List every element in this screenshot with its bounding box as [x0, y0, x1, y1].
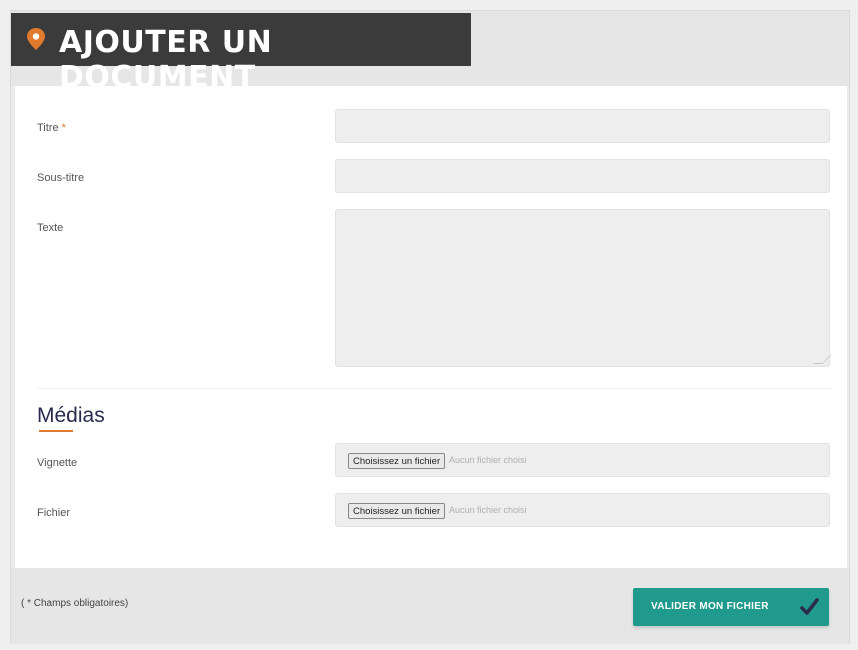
sous-titre-label: Sous-titre	[37, 172, 85, 184]
medias-section-title: Médias	[37, 404, 105, 427]
submit-button[interactable]: VALIDER MON FICHIER	[633, 588, 829, 626]
map-pin-icon	[27, 28, 45, 50]
required-fields-note: ( * Champs obligatoires)	[21, 598, 129, 609]
fichier-file-input[interactable]: Choisissez un fichier Aucun fichier choi…	[335, 493, 830, 527]
texte-textarea[interactable]	[335, 209, 832, 367]
sous-titre-input[interactable]	[335, 159, 830, 193]
form-footer: ( * Champs obligatoires) VALIDER MON FIC…	[11, 568, 849, 644]
required-star: *	[61, 122, 66, 134]
page-title-box: AJOUTER UN DOCUMENT	[11, 13, 471, 95]
fichier-choose-file-button[interactable]: Choisissez un fichier	[348, 503, 446, 519]
header-band: AJOUTER UN DOCUMENT	[11, 11, 849, 95]
vignette-label: Vignette	[37, 457, 78, 469]
titre-input[interactable]	[335, 109, 830, 143]
form-card: Titre * Sous-titre Texte Médias Vignette…	[15, 86, 847, 568]
texte-label: Texte	[37, 222, 64, 234]
fichier-label: Fichier	[37, 507, 71, 519]
vignette-choose-file-button[interactable]: Choisissez un fichier	[348, 453, 446, 469]
vignette-no-file-text: Aucun fichier choisi	[449, 455, 527, 465]
form-frame: AJOUTER UN DOCUMENT Titre * Sous-titre T…	[10, 10, 850, 644]
section-divider	[37, 388, 832, 389]
fichier-no-file-text: Aucun fichier choisi	[449, 505, 527, 515]
medias-underline	[39, 430, 73, 432]
page-title: AJOUTER UN DOCUMENT	[59, 25, 273, 95]
checkmark-icon	[800, 598, 819, 615]
resize-handle[interactable]	[813, 355, 832, 364]
vignette-file-input[interactable]: Choisissez un fichier Aucun fichier choi…	[335, 443, 830, 477]
titre-label: Titre *	[37, 122, 66, 134]
titre-label-text: Titre	[37, 122, 59, 134]
submit-button-label: VALIDER MON FICHIER	[651, 601, 769, 612]
